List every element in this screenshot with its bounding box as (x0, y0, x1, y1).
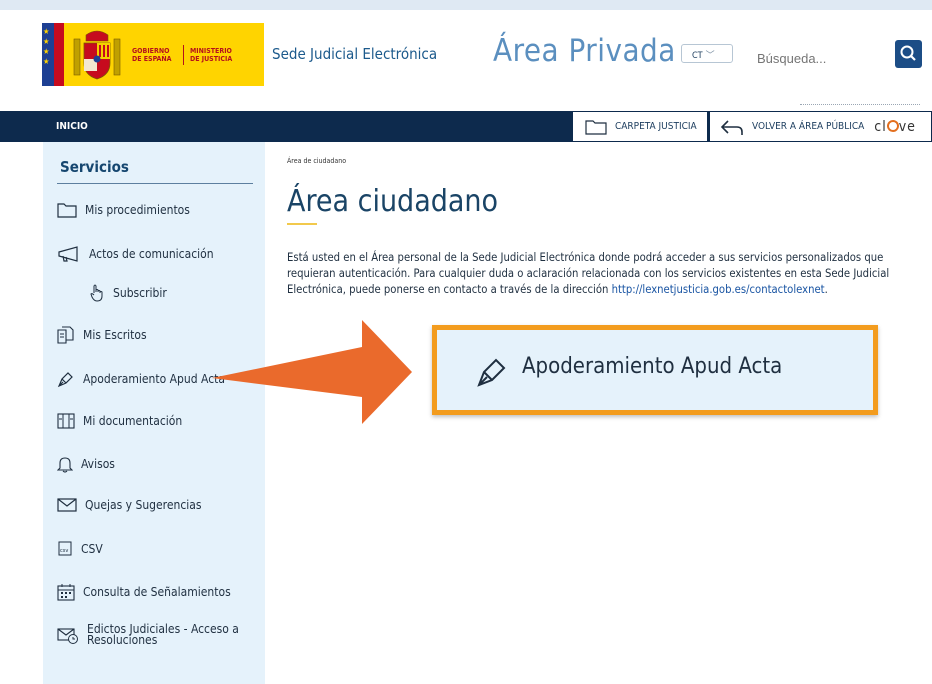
coat-of-arms-icon (73, 30, 121, 80)
sidebar-item-consulta-senalamientos[interactable]: Consulta de Señalamientos (57, 583, 231, 601)
highlight-arrow (212, 320, 412, 424)
flag-graphic: ★ ★ ★ ★ (42, 23, 64, 86)
sidebar-item-subscribir[interactable]: Subscribir (89, 284, 167, 302)
language-value: CT (692, 51, 703, 61)
language-select[interactable]: CT ﹀ (681, 44, 733, 63)
megaphone-icon (58, 246, 78, 262)
chevron-down-icon: ﹀ (705, 51, 715, 61)
search-input[interactable] (747, 41, 887, 69)
sidebar-item-mis-procedimientos[interactable]: Mis procedimientos (57, 202, 190, 218)
sede-title[interactable]: Sede Judicial Electrónica (272, 45, 437, 63)
sidebar-item-actos-comunicacion[interactable]: Actos de comunicación (57, 245, 214, 263)
sidebar-title: Servicios (60, 158, 129, 176)
sidebar-item-label: Actos de comunicación (89, 247, 214, 261)
intro-paragraph: Está usted en el Área personal de la Sed… (287, 250, 917, 298)
sidebar-item-mi-documentacion[interactable]: Mi documentación (57, 412, 182, 430)
sidebar-item-mis-escritos[interactable]: Mis Escritos (57, 326, 147, 344)
sidebar-item-avisos[interactable]: Avisos (57, 455, 115, 473)
folder-icon (57, 203, 77, 218)
apoderamiento-callout[interactable]: Apoderamiento Apud Acta (432, 325, 878, 415)
breadcrumb[interactable]: Área de ciudadano (287, 157, 346, 165)
carpeta-justicia-label: CARPETA JUSTICIA (615, 121, 697, 132)
sidebar-item-label: Mis Escritos (83, 328, 147, 342)
envelope-icon (57, 498, 77, 512)
gobierno-label: GOBIERNO DE ESPAÑA (132, 47, 172, 63)
sidebar-item-label: Mis procedimientos (85, 203, 190, 217)
sidebar-item-label: Quejas y Sugerencias (85, 498, 202, 512)
volver-area-publica-button[interactable]: VOLVER A ÁREA PÚBLICA cl ve (709, 111, 932, 142)
search-icon (900, 45, 916, 61)
sidebar-item-label: Apoderamiento Apud Acta (83, 372, 225, 386)
pen-icon (477, 358, 506, 387)
sidebar-item-label: Mi documentación (83, 414, 183, 428)
documents-icon (57, 326, 74, 344)
back-arrow-icon (720, 119, 743, 135)
contact-link[interactable]: http://lexnetjusticia.gob.es/contactolex… (612, 283, 825, 296)
sidebar-item-label: Consulta de Señalamientos (83, 585, 231, 599)
sidebar-item-apoderamiento-apud-acta[interactable]: Apoderamiento Apud Acta (57, 370, 225, 388)
binder-icon (57, 413, 75, 429)
volver-label: VOLVER A ÁREA PÚBLICA (752, 121, 865, 132)
header-divider (800, 99, 920, 105)
title-underline (287, 223, 317, 225)
csv-icon: csv (58, 541, 72, 556)
sidebar-divider (57, 183, 253, 184)
intro-suffix: . (824, 283, 828, 296)
top-strip (0, 0, 932, 10)
main-navbar: INICIO CARPETA JUSTICIA VOLVER A ÁREA PÚ… (0, 111, 932, 142)
search-button[interactable] (895, 40, 922, 68)
sidebar-item-quejas-sugerencias[interactable]: Quejas y Sugerencias (57, 497, 202, 513)
gobierno-logo[interactable]: ★ ★ ★ ★ GOBIERNO DE ESPAÑA MINISTERIO DE JU… (42, 23, 264, 86)
page-title: Área ciudadano (287, 184, 499, 219)
sidebar-item-label: CSV (81, 542, 103, 556)
sidebar-item-edictos-judiciales[interactable]: Edictos Judiciales - Acceso a Resolucion… (57, 622, 247, 647)
svg-text:csv: csv (60, 548, 68, 554)
pen-icon (57, 372, 73, 388)
sidebar-item-label: Subscribir (113, 286, 167, 300)
ministerio-label: MINISTERIO DE JUSTICIA (190, 47, 233, 63)
sidebar-item-label: Avisos (81, 457, 115, 471)
sidebar-item-csv[interactable]: csv CSV (57, 540, 103, 558)
calendar-icon (57, 584, 75, 601)
callout-label: Apoderamiento Apud Acta (522, 354, 783, 379)
nav-inicio-link[interactable]: INICIO (56, 121, 88, 132)
area-privada-title: Área Privada (493, 33, 676, 69)
carpeta-justicia-button[interactable]: CARPETA JUSTICIA (572, 111, 708, 142)
pointer-hand-icon (90, 284, 103, 302)
sidebar-item-label: Edictos Judiciales - Acceso a Resolucion… (87, 622, 239, 647)
folder-icon (585, 119, 607, 135)
bell-icon (57, 457, 73, 473)
clave-logo: cl ve (874, 118, 916, 135)
envelope-clock-icon (57, 628, 78, 644)
